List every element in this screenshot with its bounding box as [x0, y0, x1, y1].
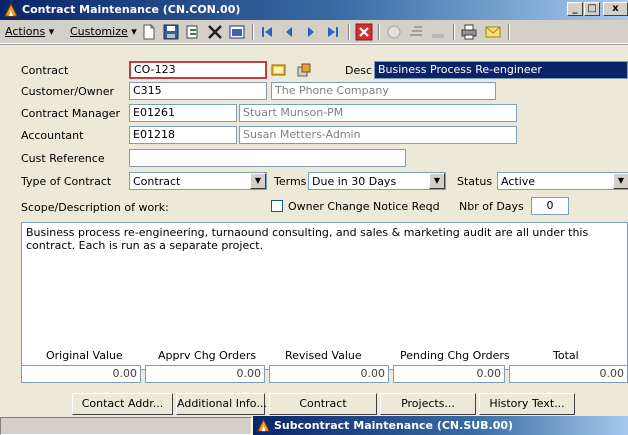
- terms-select[interactable]: Due in 30 Days ▼: [308, 172, 446, 190]
- new-icon[interactable]: [140, 23, 158, 41]
- toolbar-separator: [508, 24, 510, 40]
- customize-menu[interactable]: Customize ▾: [70, 25, 137, 38]
- manager-id-field[interactable]: E01261: [129, 104, 237, 122]
- toolbar-separator: [252, 24, 254, 40]
- type-label: Type of Contract: [21, 175, 112, 188]
- original-value-label: Original Value: [46, 349, 123, 362]
- nbr-days-label: Nbr of Days: [459, 200, 524, 213]
- toolbar: Actions ▾ Customize ▾: [0, 20, 628, 44]
- copy-contract-icon[interactable]: [296, 62, 312, 78]
- accountant-id-field[interactable]: E01218: [129, 126, 237, 144]
- lookup-icon[interactable]: [271, 62, 287, 78]
- mail-icon[interactable]: [484, 23, 502, 41]
- revised-value-field: 0.00: [269, 365, 389, 383]
- pending-chg-orders-label: Pending Chg Orders: [400, 349, 510, 362]
- tools-icon: [410, 26, 422, 36]
- owner-change-checkbox[interactable]: [271, 200, 283, 212]
- contact-addr-button[interactable]: Contact Addr...: [72, 393, 173, 415]
- customer-id-field[interactable]: C315: [129, 82, 267, 100]
- pending-chg-orders-field: 0.00: [393, 365, 505, 383]
- accountant-name-field: Susan Metters-Admin: [239, 126, 517, 144]
- toolbar-separator: [348, 24, 350, 40]
- status-label: Status: [457, 175, 493, 188]
- contract-button[interactable]: Contract: [269, 393, 377, 415]
- desc-field[interactable]: Business Process Re-engineer: [374, 61, 628, 79]
- customize-menu-label: Customize: [70, 25, 128, 38]
- close-button[interactable]: x: [603, 2, 628, 16]
- manager-label: Contract Manager: [21, 107, 121, 120]
- revised-value-label: Revised Value: [285, 349, 362, 362]
- apprv-chg-orders-label: Apprv Chg Orders: [158, 349, 257, 362]
- customer-name-field: The Phone Company: [271, 82, 496, 100]
- manager-name-field: Stuart Munson-PM: [239, 104, 517, 122]
- history-text-button[interactable]: History Text...: [479, 393, 575, 415]
- link-icon: [432, 34, 444, 38]
- type-of-contract-select[interactable]: Contract ▼: [129, 172, 267, 190]
- contract-label: Contract: [21, 64, 69, 77]
- actions-menu[interactable]: Actions ▾: [5, 25, 54, 38]
- find-icon: [387, 25, 401, 39]
- minimize-button[interactable]: _: [567, 2, 583, 16]
- terms-value: Due in 30 Days: [312, 175, 397, 188]
- original-value-field: 0.00: [21, 365, 141, 383]
- subcontract-window-titlebar[interactable]: Subcontract Maintenance (CN.SUB.00): [253, 416, 628, 435]
- custref-field[interactable]: [129, 149, 406, 167]
- nbr-days-value: 0: [546, 199, 554, 212]
- copy-icon[interactable]: [184, 23, 202, 41]
- previous-record-icon[interactable]: [280, 23, 298, 41]
- delete-icon[interactable]: [206, 23, 224, 41]
- desc-label: Desc: [345, 64, 373, 77]
- chevron-down-icon[interactable]: ▼: [429, 173, 445, 189]
- print-icon[interactable]: [460, 23, 478, 41]
- contract-form: Contract CO-123 Desc Business Process Re…: [0, 44, 628, 435]
- toolbar-separator: [453, 24, 455, 40]
- apprv-chg-orders-field: 0.00: [145, 365, 265, 383]
- chevron-down-icon[interactable]: ▼: [250, 173, 266, 189]
- title-bar: Contract Maintenance (CN.CON.00) _ □ x: [0, 0, 628, 20]
- total-label: Total: [553, 349, 579, 362]
- app-logo-icon: [4, 2, 18, 17]
- note-icon[interactable]: [228, 23, 246, 41]
- actions-menu-label: Actions: [5, 25, 46, 38]
- scope-label: Scope/Description of work:: [21, 201, 169, 214]
- projects-button[interactable]: Projects...: [380, 393, 476, 415]
- last-record-icon[interactable]: [324, 23, 342, 41]
- scope-description-textarea[interactable]: Business process re-engineering, turnaou…: [21, 222, 628, 370]
- toolbar-separator: [378, 24, 380, 40]
- chevron-down-icon[interactable]: ▼: [613, 173, 628, 189]
- cancel-icon[interactable]: [355, 23, 373, 41]
- app-logo-icon: [257, 418, 270, 432]
- owner-change-label: Owner Change Notice Reqd: [288, 200, 440, 213]
- status-bar: [0, 417, 252, 435]
- first-record-icon[interactable]: [258, 23, 276, 41]
- customer-label: Customer/Owner: [21, 85, 115, 98]
- window-title: Contract Maintenance (CN.CON.00): [22, 3, 241, 16]
- save-icon[interactable]: [162, 23, 180, 41]
- next-record-icon[interactable]: [302, 23, 320, 41]
- accountant-label: Accountant: [21, 129, 84, 142]
- maximize-button[interactable]: □: [584, 2, 600, 16]
- contract-field[interactable]: CO-123: [129, 61, 267, 79]
- dropdown-arrow-icon: ▾: [131, 25, 137, 38]
- nbr-days-field[interactable]: 0: [531, 197, 569, 215]
- status-select[interactable]: Active ▼: [497, 172, 628, 190]
- dropdown-arrow-icon: ▾: [48, 25, 55, 38]
- additional-info-button[interactable]: Additional Info...: [176, 393, 267, 415]
- terms-label: Terms: [274, 175, 307, 188]
- custref-label: Cust Reference: [21, 152, 105, 165]
- total-field: 0.00: [509, 365, 628, 383]
- status-value: Active: [501, 175, 536, 188]
- subcontract-window-title: Subcontract Maintenance (CN.SUB.00): [274, 419, 514, 432]
- type-of-contract-value: Contract: [133, 175, 181, 188]
